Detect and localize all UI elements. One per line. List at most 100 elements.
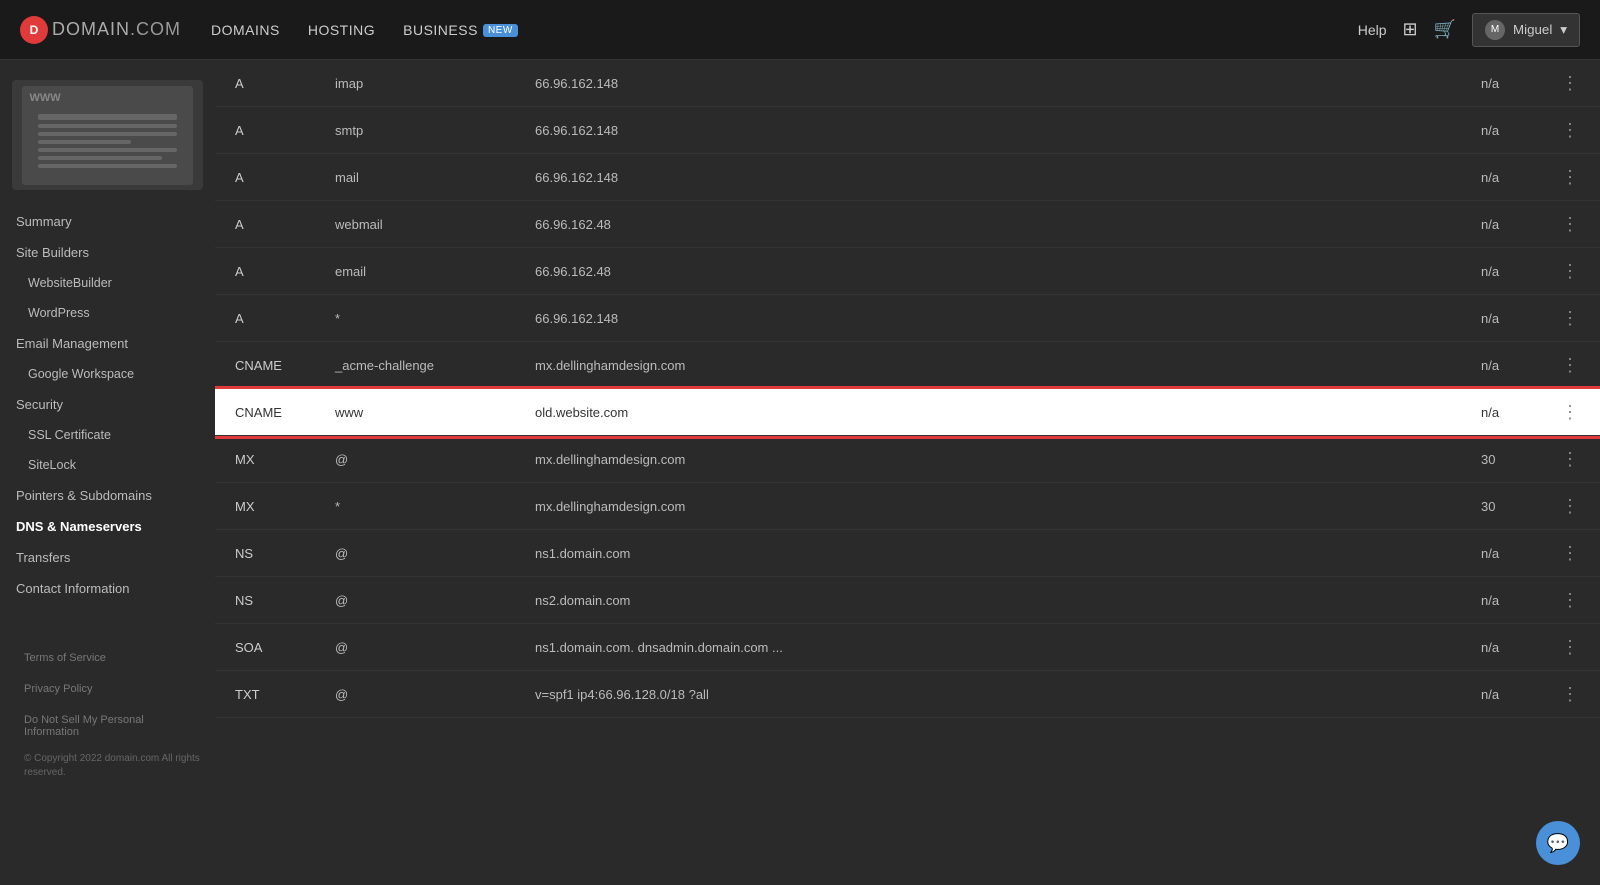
record-actions[interactable]: ⋮ — [1541, 248, 1600, 295]
record-actions[interactable]: ⋮ — [1541, 483, 1600, 530]
sidebar-item-pointers-subdomains[interactable]: Pointers & Subdomains — [0, 480, 215, 511]
record-ttl: n/a — [1461, 671, 1541, 718]
sidebar-item-site-builders[interactable]: Site Builders — [0, 237, 215, 268]
more-options-icon[interactable]: ⋮ — [1561, 355, 1580, 375]
top-navigation: D DOMAIN.COM DOMAINS HOSTING BUSINESSNEW… — [0, 0, 1600, 60]
table-row: A * 66.96.162.148 n/a ⋮ — [215, 295, 1600, 342]
record-value: v=spf1 ip4:66.96.128.0/18 ?all — [515, 671, 1461, 718]
record-type: A — [215, 154, 315, 201]
more-options-icon[interactable]: ⋮ — [1561, 449, 1580, 469]
sidebar-item-google-workspace[interactable]: Google Workspace — [0, 359, 215, 389]
more-options-icon[interactable]: ⋮ — [1561, 120, 1580, 140]
grid-icon[interactable]: ⊞ — [1403, 19, 1418, 40]
sidebar-item-summary[interactable]: Summary — [0, 206, 215, 237]
record-value: mx.dellinghamdesign.com — [515, 436, 1461, 483]
nav-business[interactable]: BUSINESSNEW — [403, 22, 518, 38]
chat-button[interactable]: 💬 — [1536, 821, 1580, 865]
record-type: CNAME — [215, 389, 315, 436]
thumbnail-inner: WWW — [22, 86, 194, 185]
record-actions[interactable]: ⋮ — [1541, 530, 1600, 577]
record-actions[interactable]: ⋮ — [1541, 389, 1600, 436]
record-actions[interactable]: ⋮ — [1541, 201, 1600, 248]
table-row: CNAME _acme-challenge mx.dellinghamdesig… — [215, 342, 1600, 389]
record-actions[interactable]: ⋮ — [1541, 671, 1600, 718]
sidebar-item-email-management[interactable]: Email Management — [0, 328, 215, 359]
record-value: ns1.domain.com — [515, 530, 1461, 577]
record-actions[interactable]: ⋮ — [1541, 436, 1600, 483]
record-name: smtp — [315, 107, 515, 154]
record-value: ns2.domain.com — [515, 577, 1461, 624]
nav-right: Help ⊞ 🛒 M Miguel ▾ — [1358, 13, 1580, 47]
more-options-icon[interactable]: ⋮ — [1561, 73, 1580, 93]
record-value: 66.96.162.148 — [515, 60, 1461, 107]
sidebar-item-wordpress[interactable]: WordPress — [0, 298, 215, 328]
record-type: A — [215, 201, 315, 248]
sidebar-navigation: SummarySite BuildersWebsiteBuilderWordPr… — [0, 206, 215, 604]
record-value: 66.96.162.148 — [515, 154, 1461, 201]
domain-thumbnail: WWW — [12, 80, 203, 190]
table-row: CNAME www old.website.com n/a ⋮ — [215, 389, 1600, 436]
cart-icon[interactable]: 🛒 — [1434, 19, 1456, 40]
record-actions[interactable]: ⋮ — [1541, 107, 1600, 154]
record-name: webmail — [315, 201, 515, 248]
table-row: A smtp 66.96.162.148 n/a ⋮ — [215, 107, 1600, 154]
record-actions[interactable]: ⋮ — [1541, 154, 1600, 201]
record-type: A — [215, 295, 315, 342]
sidebar-item-ssl-certificate[interactable]: SSL Certificate — [0, 420, 215, 450]
logo[interactable]: D DOMAIN.COM — [20, 16, 181, 44]
sidebar-item-security[interactable]: Security — [0, 389, 215, 420]
record-actions[interactable]: ⋮ — [1541, 577, 1600, 624]
record-name: _acme-challenge — [315, 342, 515, 389]
nav-hosting[interactable]: HOSTING — [308, 22, 375, 38]
record-name: email — [315, 248, 515, 295]
sidebar-footer: Terms of Service Privacy Policy Do Not S… — [0, 624, 215, 800]
record-ttl: n/a — [1461, 577, 1541, 624]
sidebar-item-sitelock[interactable]: SiteLock — [0, 450, 215, 480]
logo-circle: D — [20, 16, 48, 44]
help-link[interactable]: Help — [1358, 22, 1387, 38]
record-actions[interactable]: ⋮ — [1541, 60, 1600, 107]
more-options-icon[interactable]: ⋮ — [1561, 167, 1580, 187]
record-ttl: n/a — [1461, 389, 1541, 436]
record-actions[interactable]: ⋮ — [1541, 342, 1600, 389]
record-ttl: 30 — [1461, 436, 1541, 483]
more-options-icon[interactable]: ⋮ — [1561, 684, 1580, 704]
record-ttl: n/a — [1461, 107, 1541, 154]
nav-domains[interactable]: DOMAINS — [211, 22, 280, 38]
more-options-icon[interactable]: ⋮ — [1561, 590, 1580, 610]
record-type: SOA — [215, 624, 315, 671]
thumb-www-label: WWW — [30, 92, 61, 104]
record-type: A — [215, 248, 315, 295]
sidebar-item-dns-nameservers[interactable]: DNS & Nameservers — [0, 511, 215, 542]
more-options-icon[interactable]: ⋮ — [1561, 637, 1580, 657]
sidebar-item-transfers[interactable]: Transfers — [0, 542, 215, 573]
record-name: * — [315, 295, 515, 342]
sidebar-item-contact-information[interactable]: Contact Information — [0, 573, 215, 604]
record-name: @ — [315, 671, 515, 718]
user-name: Miguel — [1513, 22, 1552, 37]
record-ttl: 30 — [1461, 483, 1541, 530]
record-name: mail — [315, 154, 515, 201]
record-actions[interactable]: ⋮ — [1541, 624, 1600, 671]
record-actions[interactable]: ⋮ — [1541, 295, 1600, 342]
more-options-icon[interactable]: ⋮ — [1561, 214, 1580, 234]
record-ttl: n/a — [1461, 154, 1541, 201]
table-row: A email 66.96.162.48 n/a ⋮ — [215, 248, 1600, 295]
more-options-icon[interactable]: ⋮ — [1561, 496, 1580, 516]
more-options-icon[interactable]: ⋮ — [1561, 543, 1580, 563]
terms-link[interactable]: Terms of Service — [12, 644, 203, 672]
more-options-icon[interactable]: ⋮ — [1561, 402, 1580, 422]
sidebar: WWW SummarySite BuildersWebsiteBuilderWo… — [0, 60, 215, 885]
record-value: ns1.domain.com. dnsadmin.domain.com ... — [515, 624, 1461, 671]
record-type: A — [215, 60, 315, 107]
more-options-icon[interactable]: ⋮ — [1561, 308, 1580, 328]
sidebar-item-website-builder[interactable]: WebsiteBuilder — [0, 268, 215, 298]
privacy-link[interactable]: Privacy Policy — [12, 675, 203, 703]
more-options-icon[interactable]: ⋮ — [1561, 261, 1580, 281]
user-menu-button[interactable]: M Miguel ▾ — [1472, 13, 1580, 47]
do-not-sell-link[interactable]: Do Not Sell My Personal Information — [12, 706, 203, 746]
table-row: NS @ ns1.domain.com n/a ⋮ — [215, 530, 1600, 577]
thumb-lines — [22, 110, 194, 172]
table-row: A imap 66.96.162.148 n/a ⋮ — [215, 60, 1600, 107]
record-ttl: n/a — [1461, 60, 1541, 107]
